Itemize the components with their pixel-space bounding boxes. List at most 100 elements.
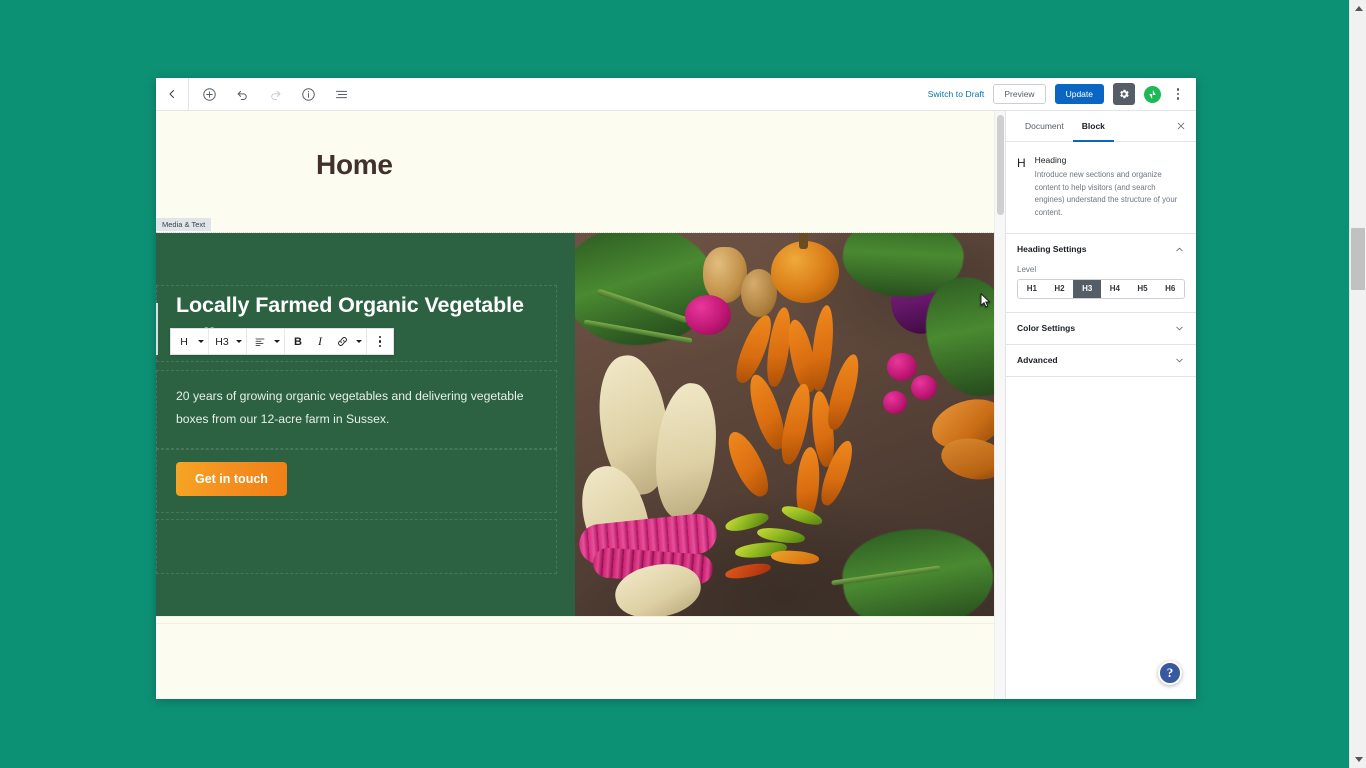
block-options-group	[367, 329, 393, 354]
chevron-down-icon	[355, 340, 362, 343]
heading-level-dropdown[interactable]	[233, 329, 244, 354]
media-image[interactable]	[575, 233, 994, 616]
link-icon	[337, 337, 347, 346]
editor-canvas[interactable]: Home Media & Text Locally Farmed Organic…	[156, 111, 1005, 699]
level-h6-button[interactable]: H6	[1156, 279, 1184, 298]
link-button[interactable]	[331, 329, 353, 354]
panel-color-settings-header[interactable]: Color Settings	[1006, 313, 1196, 344]
chevron-down-icon	[197, 340, 204, 343]
button-block[interactable]: Get in touch	[156, 448, 557, 514]
help-button[interactable]: ?	[1158, 661, 1182, 685]
close-sidebar-button[interactable]	[1166, 111, 1196, 141]
radish	[887, 353, 917, 381]
kebab-menu-icon	[378, 335, 382, 348]
block-options-button[interactable]	[369, 329, 391, 354]
media-text-content-column: Locally Farmed Organic Vegetable Deliver…	[156, 233, 575, 616]
back-button[interactable]	[156, 78, 189, 111]
block-type-dropdown[interactable]	[195, 329, 206, 354]
block-editor-window: Switch to Draft Preview Update Home Medi…	[156, 78, 1196, 699]
add-block-button[interactable]	[199, 84, 219, 104]
switch-to-draft-link[interactable]: Switch to Draft	[928, 89, 985, 99]
more-formats-dropdown[interactable]	[353, 329, 364, 354]
chevron-down-icon	[1174, 355, 1185, 366]
block-navigation-button[interactable]	[331, 84, 351, 104]
scroll-up-arrow[interactable]	[1350, 0, 1366, 17]
jetpack-button[interactable]	[1144, 85, 1161, 103]
jetpack-bolt-icon	[1149, 89, 1156, 99]
page-title[interactable]: Home	[316, 149, 393, 181]
level-h4-button[interactable]: H4	[1101, 279, 1129, 298]
align-button[interactable]	[249, 329, 271, 354]
settings-sidebar: Document Block H Heading Introduce new s…	[1005, 111, 1196, 699]
dot	[378, 340, 382, 343]
tab-block[interactable]: Block	[1072, 111, 1114, 142]
add-block-icon	[202, 87, 216, 101]
content-structure-button[interactable]	[298, 84, 318, 104]
get-in-touch-button[interactable]: Get in touch	[176, 461, 287, 497]
sidebar-tabs: Document Block	[1006, 111, 1196, 142]
level-h1-button[interactable]: H1	[1018, 279, 1046, 298]
dot	[378, 344, 382, 348]
page-title-area: Home	[156, 111, 1005, 218]
level-h3-button[interactable]: H3	[1073, 279, 1102, 298]
editor-top-bar: Switch to Draft Preview Update	[156, 78, 1196, 111]
block-toolbar[interactable]: H H3 B I	[170, 328, 394, 355]
undo-button[interactable]	[232, 84, 252, 104]
redo-icon	[270, 90, 280, 100]
canvas-scrollbar-thumb[interactable]	[997, 115, 1004, 215]
block-info-card: H Heading Introduce new sections and org…	[1006, 142, 1196, 234]
media-text-block[interactable]: Locally Farmed Organic Vegetable Deliver…	[156, 232, 1005, 617]
block-info-title: Heading	[1034, 155, 1067, 165]
align-left-icon	[255, 338, 265, 346]
info-icon	[301, 87, 315, 101]
panel-heading-settings-header[interactable]: Heading Settings	[1006, 234, 1196, 265]
editor-body: Home Media & Text Locally Farmed Organic…	[156, 111, 1196, 699]
bold-button[interactable]: B	[287, 329, 309, 354]
block-type-badge: Media & Text	[156, 218, 212, 231]
dot	[1176, 92, 1180, 96]
level-h2-button[interactable]: H2	[1045, 279, 1074, 298]
beetroot	[685, 295, 731, 335]
scroll-down-arrow[interactable]	[1350, 751, 1366, 768]
post-content: Home Media & Text Locally Farmed Organic…	[156, 111, 1005, 699]
empty-block-placeholder[interactable]	[156, 519, 557, 575]
triangle-up-icon	[1354, 6, 1363, 11]
gear-icon	[1120, 89, 1129, 99]
align-dropdown[interactable]	[271, 329, 282, 354]
chevron-down-icon	[1174, 323, 1185, 334]
squash	[771, 241, 839, 303]
update-button[interactable]: Update	[1054, 83, 1104, 105]
dot	[1176, 97, 1180, 100]
italic-button[interactable]: I	[309, 329, 331, 354]
level-h5-button[interactable]: H5	[1128, 279, 1157, 298]
panel-title: Advanced	[1017, 355, 1058, 365]
scrollbar-thumb[interactable]	[1351, 228, 1365, 290]
dot	[1176, 88, 1180, 91]
paragraph-block[interactable]: 20 years of growing organic vegetables a…	[156, 370, 557, 449]
squash-stem	[799, 233, 808, 249]
more-options-button[interactable]	[1170, 88, 1186, 100]
tab-document[interactable]: Document	[1016, 111, 1073, 142]
chevron-up-icon	[1174, 244, 1185, 255]
mouse-cursor	[980, 293, 991, 308]
settings-button[interactable]	[1113, 83, 1135, 105]
redo-button[interactable]	[265, 84, 285, 104]
undo-icon	[237, 90, 247, 100]
dot	[378, 335, 382, 339]
radish	[911, 375, 937, 400]
block-type-button[interactable]: H	[173, 329, 195, 354]
preview-button[interactable]: Preview	[993, 83, 1046, 105]
block-info-description: Introduce new sections and organize cont…	[1034, 170, 1178, 217]
browser-vertical-scrollbar[interactable]	[1349, 0, 1366, 768]
list-view-icon	[335, 90, 347, 98]
canvas-scrollbar[interactable]	[994, 111, 1005, 699]
heading-level-button[interactable]: H3	[211, 329, 233, 354]
close-icon	[1177, 122, 1185, 130]
radish	[883, 391, 907, 414]
panel-color-settings: Color Settings	[1006, 313, 1196, 345]
next-content-area[interactable]	[156, 616, 1005, 699]
paragraph-text[interactable]: 20 years of growing organic vegetables a…	[176, 385, 556, 432]
heading-level-group: H3	[209, 329, 247, 354]
heading-level-selector[interactable]: H1 H2 H3 H4 H5 H6	[1017, 278, 1185, 299]
panel-advanced-header[interactable]: Advanced	[1006, 345, 1196, 376]
